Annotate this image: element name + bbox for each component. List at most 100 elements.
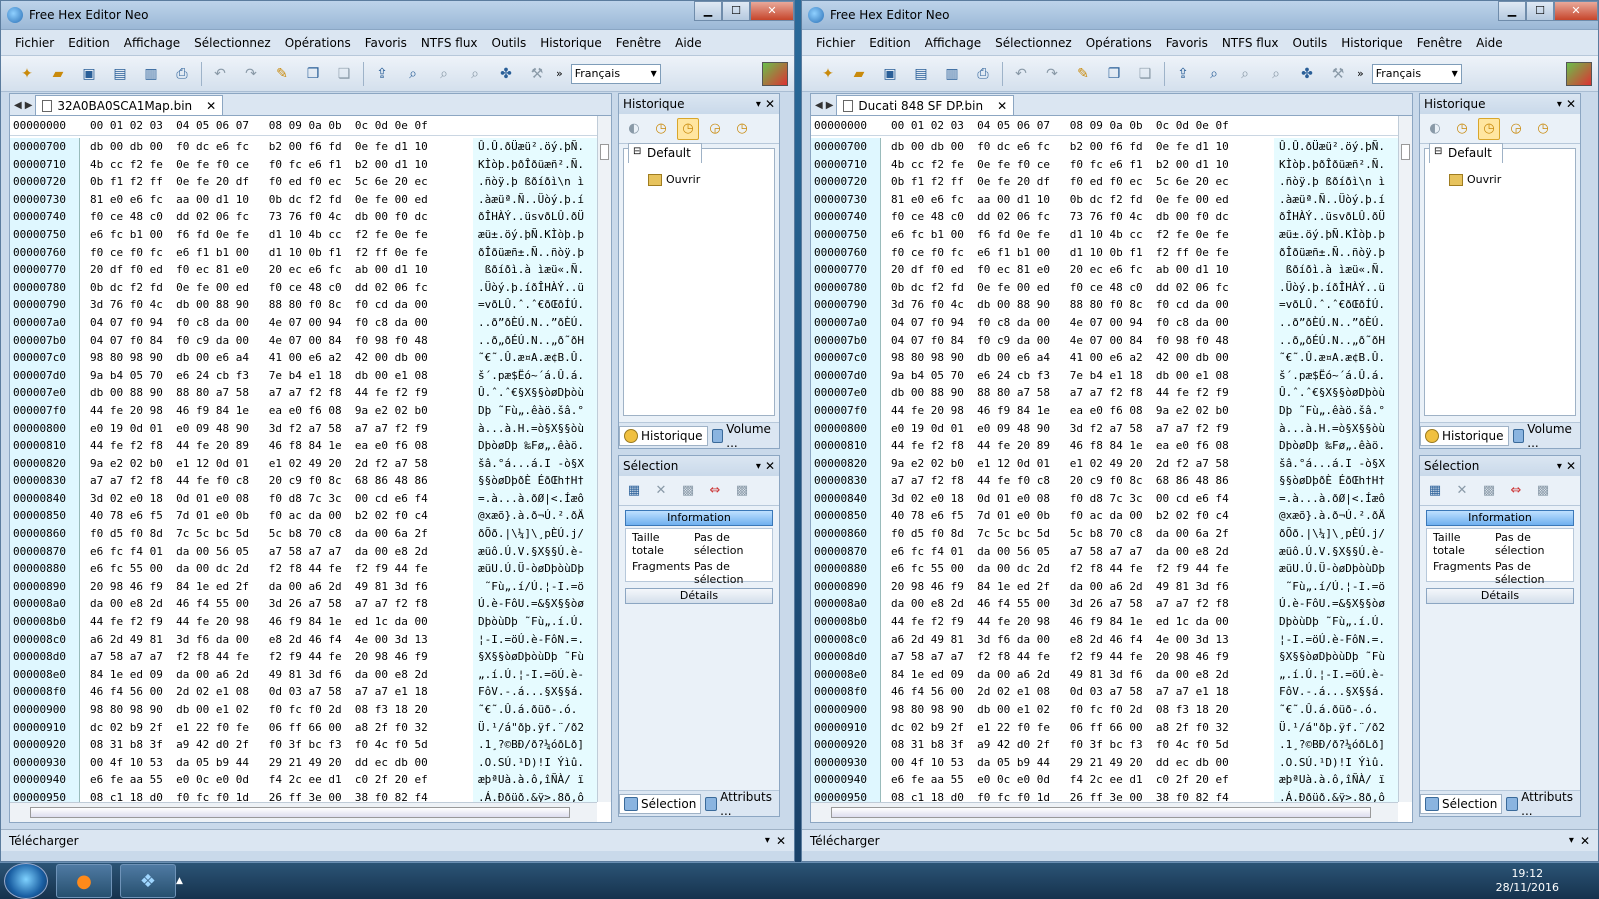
firefox-taskbar-icon[interactable]: ● xyxy=(56,864,112,898)
hex-row[interactable]: 000007b0 04 07 f0 84 f0 c9 da 00 4e 07 00… xyxy=(811,332,1398,350)
close-panel-icon[interactable]: ✕ xyxy=(1566,97,1576,111)
title-bar[interactable]: Free Hex Editor Neo ▁ ☐ ✕ xyxy=(1,1,794,30)
history-list-icon[interactable]: ◷ xyxy=(1478,117,1500,140)
history-back-icon[interactable]: ◐ xyxy=(1424,118,1446,140)
menu-edition[interactable]: Edition xyxy=(68,36,110,50)
hex-row[interactable]: 00000700 db 00 db 00 f0 dc e6 fc b2 00 f6… xyxy=(10,138,597,156)
undo-icon[interactable]: ↶ xyxy=(1009,62,1033,86)
selection-range-icon[interactable]: ⇔ xyxy=(1505,480,1527,502)
tools-icon[interactable]: ⚒ xyxy=(525,62,549,86)
export-icon[interactable]: ⇪ xyxy=(1171,62,1195,86)
find-next-icon[interactable]: ⌕ xyxy=(432,62,456,86)
hex-row[interactable]: 00000700 db 00 db 00 f0 dc e6 fc b2 00 f6… xyxy=(811,138,1398,156)
hex-row[interactable]: 00000950 08 c1 18 d0 f0 fc f0 1d 26 ff 3e… xyxy=(10,789,597,802)
hex-row[interactable]: 00000770 20 df f0 ed f0 ec 81 e0 20 ec e6… xyxy=(10,261,597,279)
hex-editor-taskbar-icon[interactable]: ❖ xyxy=(120,864,176,898)
maximize-button[interactable]: ☐ xyxy=(722,1,750,21)
hex-row[interactable]: 00000850 40 78 e6 f5 7d 01 e0 0b f0 ac da… xyxy=(10,507,597,525)
close-button[interactable]: ✕ xyxy=(1554,1,1598,21)
hex-row[interactable]: 00000730 81 e0 e6 fc aa 00 d1 10 0b dc f2… xyxy=(10,191,597,209)
history-list-icon[interactable]: ◷ xyxy=(677,117,699,140)
menu-operations[interactable]: Opérations xyxy=(1086,36,1152,50)
hex-row[interactable]: 000008e0 84 1e ed 09 da 00 a6 2d 49 81 3d… xyxy=(10,666,597,684)
hex-row[interactable]: 00000870 e6 fc f4 01 da 00 56 05 a7 58 a7… xyxy=(811,543,1398,561)
hex-data-area[interactable]: 00000700 db 00 db 00 f0 dc e6 fc b2 00 f6… xyxy=(811,138,1398,802)
hex-row[interactable]: 00000750 e6 fc b1 00 f6 fd 0e fe d1 10 4b… xyxy=(811,226,1398,244)
pin-icon[interactable]: ▾ xyxy=(765,835,770,846)
hex-row[interactable]: 000008f0 46 f4 56 00 2d 02 e1 08 0d 03 a7… xyxy=(811,683,1398,701)
horizontal-scrollbar[interactable] xyxy=(811,802,1398,822)
redo-icon[interactable]: ↷ xyxy=(1040,62,1064,86)
tab-scroll-left-icon[interactable]: ◀ xyxy=(14,100,22,111)
selection-merge-icon[interactable]: ▩ xyxy=(1532,480,1554,502)
close-panel-icon[interactable]: ✕ xyxy=(765,459,775,473)
document-tab[interactable]: 32A0BA0SCA1Map.bin ✕ xyxy=(35,95,224,115)
menu-operations[interactable]: Opérations xyxy=(285,36,351,50)
selection-range-icon[interactable]: ⇔ xyxy=(704,480,726,502)
hex-row[interactable]: 000007c0 98 80 98 90 db 00 e6 a4 41 00 e6… xyxy=(10,349,597,367)
minimize-button[interactable]: ▁ xyxy=(1498,1,1526,21)
hex-row[interactable]: 00000720 0b f1 f2 ff 0e fe 20 df f0 ed f0… xyxy=(10,173,597,191)
hex-row[interactable]: 000007d0 9a b4 05 70 e6 24 cb f3 7e b4 e1… xyxy=(10,367,597,385)
print-icon[interactable]: ⎙ xyxy=(170,62,194,86)
minimize-button[interactable]: ▁ xyxy=(694,1,722,21)
selection-clear-icon[interactable]: ✕ xyxy=(1451,480,1473,502)
hex-row[interactable]: 00000850 40 78 e6 f5 7d 01 e0 0b f0 ac da… xyxy=(811,507,1398,525)
hex-row[interactable]: 00000930 00 4f 10 53 da 05 b9 44 29 21 49… xyxy=(10,754,597,772)
menu-affichage[interactable]: Affichage xyxy=(925,36,981,50)
open-folder-icon[interactable]: ▰ xyxy=(847,62,871,86)
bookmark-icon[interactable]: ✤ xyxy=(494,62,518,86)
hex-row[interactable]: 000008b0 44 fe f2 f9 44 fe 20 98 46 f9 84… xyxy=(10,613,597,631)
tab-volume[interactable]: Volume ... xyxy=(1509,420,1580,452)
hex-row[interactable]: 000007f0 44 fe 20 98 46 f9 84 1e ea e0 f6… xyxy=(10,402,597,420)
hex-row[interactable]: 000008d0 a7 58 a7 a7 f2 f8 44 fe f2 f9 44… xyxy=(811,648,1398,666)
history-settings-icon[interactable]: ◷ xyxy=(1532,118,1554,140)
details-header[interactable]: Détails xyxy=(625,588,773,604)
hex-row[interactable]: 00000900 98 80 98 90 db 00 e1 02 f0 fc f0… xyxy=(10,701,597,719)
find-icon[interactable]: ⌕ xyxy=(401,62,425,86)
history-item[interactable]: Ouvrir xyxy=(648,173,700,186)
copy-icon[interactable]: ❐ xyxy=(1102,62,1126,86)
hex-row[interactable]: 00000910 dc 02 b9 2f e1 22 f0 fe 06 ff 66… xyxy=(811,719,1398,737)
tools-icon[interactable]: ⚒ xyxy=(1326,62,1350,86)
save-as-icon[interactable]: ▤ xyxy=(909,62,933,86)
hex-row[interactable]: 00000840 3d 02 e0 18 0d 01 e0 08 f0 d8 7c… xyxy=(10,490,597,508)
selection-merge-icon[interactable]: ▩ xyxy=(731,480,753,502)
hex-row[interactable]: 00000730 81 e0 e6 fc aa 00 d1 10 0b dc f2… xyxy=(811,191,1398,209)
hex-row[interactable]: 00000740 f0 ce 48 c0 dd 02 06 fc 73 76 f0… xyxy=(10,208,597,226)
new-file-icon[interactable]: ✦ xyxy=(15,62,39,86)
menu-favoris[interactable]: Favoris xyxy=(1166,36,1208,50)
hex-row[interactable]: 000008e0 84 1e ed 09 da 00 a6 2d 49 81 3d… xyxy=(811,666,1398,684)
information-header[interactable]: Information xyxy=(1426,510,1574,526)
hex-row[interactable]: 00000790 3d 76 f0 4c db 00 88 90 88 80 f0… xyxy=(10,296,597,314)
save-all-icon[interactable]: ▥ xyxy=(940,62,964,86)
settings-icon[interactable] xyxy=(762,61,788,86)
menu-aide[interactable]: Aide xyxy=(675,36,702,50)
tab-selection[interactable]: Sélection xyxy=(1420,793,1503,814)
pin-icon[interactable]: ▾ xyxy=(756,461,761,472)
close-panel-icon[interactable]: ✕ xyxy=(765,97,775,111)
hex-row[interactable]: 000008a0 da 00 e8 2d 46 f4 55 00 3d 26 a7… xyxy=(10,595,597,613)
replace-icon[interactable]: ⌕ xyxy=(1264,62,1288,86)
vertical-scrollbar[interactable] xyxy=(1398,116,1412,802)
hex-row[interactable]: 00000760 f0 ce f0 fc e6 f1 b1 00 d1 10 0b… xyxy=(811,244,1398,262)
menu-fenetre[interactable]: Fenêtre xyxy=(616,36,661,50)
hex-row[interactable]: 000008d0 a7 58 a7 a7 f2 f8 44 fe f2 f9 44… xyxy=(10,648,597,666)
language-select[interactable]: Français ▼ xyxy=(1371,63,1462,84)
find-icon[interactable]: ⌕ xyxy=(1202,62,1226,86)
details-header[interactable]: Détails xyxy=(1426,588,1574,604)
hex-row[interactable]: 00000810 44 fe f2 f8 44 fe 20 89 46 f8 84… xyxy=(811,437,1398,455)
selection-block-icon[interactable]: ▩ xyxy=(1478,480,1500,502)
paste-icon[interactable]: ❏ xyxy=(332,62,356,86)
tray-expand-icon[interactable]: ▲ xyxy=(176,876,183,886)
menu-historique[interactable]: Historique xyxy=(1341,36,1403,50)
hex-row[interactable]: 000007e0 db 00 88 90 88 80 a7 58 a7 a7 f2… xyxy=(10,384,597,402)
menu-ntfs-flux[interactable]: NTFS flux xyxy=(1222,36,1279,50)
history-default-node[interactable]: Default xyxy=(1429,143,1503,163)
toolbar-more[interactable]: » xyxy=(1357,67,1364,80)
hex-row[interactable]: 000007e0 db 00 88 90 88 80 a7 58 a7 a7 f2… xyxy=(811,384,1398,402)
pin-icon[interactable]: ▾ xyxy=(756,99,761,110)
hex-row[interactable]: 00000920 08 31 b8 3f a9 42 d0 2f f0 3f bc… xyxy=(811,736,1398,754)
hex-row[interactable]: 00000920 08 31 b8 3f a9 42 d0 2f f0 3f bc… xyxy=(10,736,597,754)
document-tab[interactable]: Ducati 848 SF DP.bin ✕ xyxy=(836,95,1015,115)
